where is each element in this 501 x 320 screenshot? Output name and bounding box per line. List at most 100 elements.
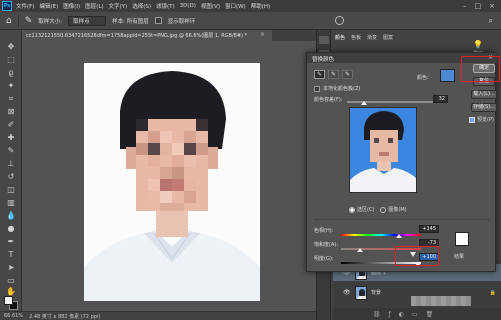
selection-preview[interactable]	[349, 107, 417, 193]
show-ring-checkbox[interactable]	[154, 17, 162, 24]
fuzziness-value[interactable]: 32	[433, 95, 448, 103]
pixelated-face	[136, 119, 208, 211]
eyedropper-minus-icon[interactable]: ✎	[342, 70, 353, 79]
menu-window[interactable]: 窗口(W)	[225, 2, 246, 10]
preview-mode-group: 选区(C) 图像(M)	[349, 206, 407, 213]
eraser-tool-icon[interactable]: ◫	[5, 185, 17, 195]
fuzziness-row: 颜色容差(F):	[314, 96, 342, 103]
tab-swatches[interactable]: 色板	[351, 34, 361, 45]
move-tool-icon[interactable]: ✥	[5, 42, 17, 52]
healing-brush-icon[interactable]: ✚	[5, 133, 17, 143]
menu-view[interactable]: 视图(V)	[201, 2, 220, 10]
saturation-label: 饱和度(A):	[314, 242, 339, 248]
saturation-slider-thumb[interactable]	[357, 248, 363, 252]
fuzziness-label: 颜色容差(F):	[314, 97, 343, 103]
hue-value[interactable]: +145	[419, 225, 439, 233]
layer-name: 背景	[371, 290, 382, 296]
path-select-icon[interactable]: ➤	[5, 263, 17, 273]
dodge-tool-icon[interactable]: ●	[5, 224, 17, 234]
image-radio[interactable]: 图像(M)	[380, 206, 407, 213]
trash-icon[interactable]: 🗑	[426, 311, 434, 318]
foreground-color-swatch[interactable]	[4, 296, 13, 305]
help-icon[interactable]	[335, 16, 345, 25]
selected-color-swatch[interactable]	[440, 69, 455, 82]
eyedropper-icon[interactable]: ✐	[5, 120, 17, 130]
menu-layer[interactable]: 图层(L)	[85, 2, 103, 10]
hue-slider[interactable]	[341, 234, 421, 236]
menu-image[interactable]: 图像(I)	[63, 2, 80, 10]
history-panel-icon[interactable]	[319, 36, 329, 44]
window-controls: – □ ×	[463, 2, 501, 10]
preview-label: 预览(P)	[477, 117, 494, 123]
frame-tool-icon[interactable]: ⊠	[5, 107, 17, 117]
preview-checkbox[interactable]	[469, 116, 475, 123]
rectangle-tool-icon[interactable]: ▭	[5, 276, 17, 286]
brush-tool-icon[interactable]: ✎	[5, 146, 17, 156]
type-tool-icon[interactable]: T	[5, 250, 17, 260]
localized-clusters-checkbox[interactable]	[314, 85, 320, 92]
eyedropper-plus-icon[interactable]: ✎	[328, 70, 339, 79]
save-button[interactable]: 存储(S)...	[471, 103, 497, 112]
result-color-swatch[interactable]	[455, 232, 469, 246]
status-bar: 66.61% 2.48 英寸 x 882 像素 (72 ppi)	[0, 311, 316, 320]
color-panel-tabs: 颜色 色板 渐变 图案	[335, 34, 393, 45]
layers-footer: ⛓ ƒ ◐ ▭ 🗑	[333, 308, 501, 320]
load-button[interactable]: 载入(L)...	[471, 90, 497, 99]
dialog-title: 替换颜色	[312, 57, 335, 63]
maximize-icon[interactable]: □	[475, 2, 482, 10]
menu-type[interactable]: 文字(Y)	[109, 2, 128, 10]
fuzziness-slider-thumb[interactable]	[361, 101, 367, 105]
lightness-row: 明度(G):	[314, 255, 333, 262]
tab-color[interactable]: 颜色	[335, 34, 345, 45]
watermark-blur	[411, 296, 471, 306]
eyedropper-icon[interactable]: ✎	[314, 70, 325, 79]
portrait-photo	[84, 63, 260, 301]
sample-layers-label[interactable]: 样本: 所有图层	[112, 17, 149, 25]
selection-radio[interactable]: 选区(C)	[349, 206, 374, 213]
hue-slider-thumb[interactable]	[396, 234, 402, 238]
preview-toggle[interactable]: 预览(P)	[469, 116, 494, 123]
link-layers-icon[interactable]: ⛓	[373, 311, 381, 318]
lasso-tool-icon[interactable]: ϱ	[5, 68, 17, 78]
divider	[17, 14, 19, 27]
canvas-area[interactable]	[22, 41, 316, 311]
folder-icon[interactable]: ▭	[412, 311, 418, 318]
tab-close-icon[interactable]: ×	[260, 31, 265, 38]
gradient-tool-icon[interactable]: ▥	[5, 198, 17, 208]
tab-gradients[interactable]: 渐变	[367, 34, 377, 45]
color-label: 颜色:	[417, 75, 429, 81]
home-icon[interactable]: ⌂	[6, 16, 12, 26]
fx-icon[interactable]: ƒ	[389, 311, 391, 318]
menu-filter[interactable]: 滤镜(T)	[156, 2, 175, 10]
lock-icon: 🔒	[489, 289, 496, 296]
menu-select[interactable]: 选择(S)	[132, 2, 151, 10]
radio-on-icon	[349, 206, 355, 213]
sample-size-label: 取样大小:	[38, 18, 63, 25]
visibility-eye-icon[interactable]: 👁	[343, 289, 351, 296]
pen-tool-icon[interactable]: ✒	[5, 237, 17, 247]
mask-icon[interactable]: ◐	[399, 311, 404, 318]
document-info: 2.48 英寸 x 882 像素 (72 ppi)	[29, 313, 101, 320]
menu-help[interactable]: 帮助(H)	[251, 2, 270, 10]
tab-patterns[interactable]: 图案	[383, 34, 393, 45]
eyedropper-group: ✎ ✎ ✎	[314, 70, 353, 79]
menu-edit[interactable]: 编辑(E)	[39, 2, 58, 10]
menu-file[interactable]: 文件(F)	[16, 2, 34, 10]
result-label: 结果	[454, 254, 465, 260]
hue-label: 色相(H):	[314, 228, 334, 234]
sample-size-select[interactable]: 取样点	[68, 15, 107, 26]
eyedropper-tool-icon[interactable]: ✎	[25, 16, 33, 26]
blur-tool-icon[interactable]: 💧	[5, 211, 17, 221]
localized-clusters-row: 本地化颜色簇(Z)	[314, 85, 360, 92]
close-window-icon[interactable]: ×	[489, 2, 495, 10]
document-tab[interactable]: cc1132121550.6347216528dfm=1758appid=255…	[22, 30, 272, 41]
stamp-tool-icon[interactable]: ⊥	[5, 159, 17, 169]
history-brush-icon[interactable]: ↺	[5, 172, 17, 182]
minimize-icon[interactable]: –	[463, 2, 467, 10]
menu-3d[interactable]: 3D(D)	[180, 3, 196, 9]
crop-tool-icon[interactable]: ⌗	[5, 94, 17, 104]
zoom-level[interactable]: 66.61%	[4, 313, 23, 319]
search-icon[interactable]: ⌕	[489, 16, 493, 26]
marquee-tool-icon[interactable]: ⬚	[5, 55, 17, 65]
magic-wand-icon[interactable]: ✦	[5, 81, 17, 91]
